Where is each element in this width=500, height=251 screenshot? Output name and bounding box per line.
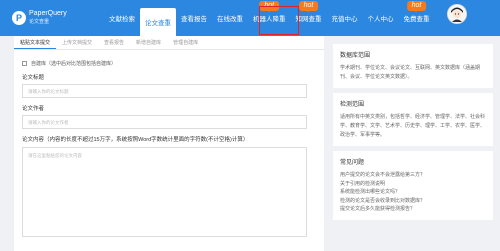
faq-item[interactable]: 关于引用的检测说明 (340, 180, 486, 189)
logo[interactable]: P PaperQuery 论文查重 (12, 8, 67, 28)
hot-badge: hot (298, 1, 319, 12)
main-panel: 粘贴文本提交 上传文档提交 查看报告 新增自建库 管理自建库 自建库（选中后对比范围包括… (14, 36, 324, 251)
user-avatar-icon (448, 5, 466, 23)
title-label: 论文标题 (22, 75, 45, 81)
hot-badge: hot (406, 1, 427, 12)
nav-item-label: 个人中心 (367, 16, 394, 23)
tab-0[interactable]: 粘贴文本提交 (14, 36, 57, 49)
content-textarea[interactable]: 请在这里粘贴您的论文内容 (22, 147, 307, 237)
info-sidebar: 数据库范围 学术期刊、学位论文、会议论文、互联网、英文数据库（涵盖期刊、会议、学… (333, 44, 493, 225)
db-scope-title: 数据库范围 (340, 53, 371, 59)
avatar[interactable] (447, 4, 467, 24)
nav-item-3[interactable]: 在线改重 (212, 0, 248, 36)
nav-item-label: 在线改重 (217, 16, 243, 23)
author-label: 论文作者 (22, 106, 45, 112)
logo-icon: P (12, 11, 26, 25)
nav-item-2[interactable]: 查看报告 (176, 0, 212, 36)
self-db-checkbox-label: 自建库（选中后对比范围包括自建库） (31, 61, 117, 67)
logo-tagline: 论文查重 (29, 19, 50, 25)
tab-4[interactable]: 管理自建库 (167, 36, 204, 49)
nav-item-label: 查看报告 (181, 16, 207, 23)
submit-tabs: 粘贴文本提交 上传文档提交 查看报告 新增自建库 管理自建库 (14, 36, 324, 50)
nav-item-7[interactable]: 个人中心 (363, 0, 399, 36)
nav-item-label: 免费查重 (403, 16, 430, 23)
self-db-checkbox[interactable] (22, 61, 27, 66)
self-db-checkbox-row[interactable]: 自建库（选中后对比范围包括自建库） (22, 60, 318, 67)
check-scope-title: 检测范围 (340, 102, 365, 108)
faq-list: 用户提交的论文会不会泄露给第三方？ 关于引用的检测说明 系统能检测出哪些论文吗？ 检测… (340, 171, 486, 214)
nav-item-0[interactable]: 文献检索 (104, 0, 140, 36)
faq-item[interactable]: 系统能检测出哪些论文吗？ (340, 188, 486, 197)
check-scope-text: 适用所有中英文类别，包括哲学、经济学、管理学、法学、社会科学、教育学、文学、艺术… (340, 114, 486, 138)
nav-item-label: 论文查重 (145, 20, 171, 27)
faq-item[interactable]: 检测的论文是否会收录到比对数据库？ (340, 197, 486, 206)
submit-form: 自建库（选中后对比范围包括自建库） 论文标题 请输入你的论文标题 论文作者 请输… (14, 50, 324, 237)
check-scope-card: 检测范围 适用所有中英文类别，包括哲学、经济学、管理学、法学、社会科学、教育学、… (333, 93, 493, 146)
faq-title: 常见问题 (340, 160, 365, 166)
top-nav-bar: P PaperQuery 论文查重 文献检索 论文查重 查看报告 在线改重 hot 机器人… (0, 0, 500, 36)
db-scope-text: 学术期刊、学位论文、会议论文、互联网、英文数据库（涵盖期刊、会议、学位论文英文数… (340, 65, 481, 80)
tab-2[interactable]: 查看报告 (98, 36, 130, 49)
faq-item[interactable]: 用户提交的论文会不会泄露给第三方？ (340, 171, 486, 180)
faq-item[interactable]: 提交论文后多久能获得检测报告？ (340, 205, 486, 214)
nav-item-label: 知网查重 (295, 16, 322, 23)
nav-item-8[interactable]: hot 免费查重 (399, 0, 435, 36)
faq-card: 常见问题 用户提交的论文会不会泄露给第三方？ 关于引用的检测说明 系统能检测出哪些论… (333, 151, 493, 220)
author-input[interactable]: 请输入你的论文作者 (22, 115, 307, 129)
content-label: 论文内容（内容的长度不超过15万字，系统按照Word字数统计里面的字符数(不计空… (22, 137, 249, 143)
nav-item-label: 文献检索 (109, 16, 135, 23)
db-scope-card: 数据库范围 学术期刊、学位论文、会议论文、互联网、英文数据库（涵盖期刊、会议、学… (333, 44, 493, 88)
logo-name: PaperQuery (29, 10, 67, 17)
nav-item-label: 充值中心 (331, 16, 358, 23)
tab-1[interactable]: 上传文档提交 (56, 36, 98, 49)
tab-3[interactable]: 新增自建库 (130, 36, 167, 49)
title-input[interactable]: 请输入你的论文标题 (22, 84, 307, 98)
highlight-box (259, 6, 299, 35)
nav-item-1[interactable]: 论文查重 (140, 8, 176, 36)
nav-item-6[interactable]: 充值中心 (327, 0, 363, 36)
